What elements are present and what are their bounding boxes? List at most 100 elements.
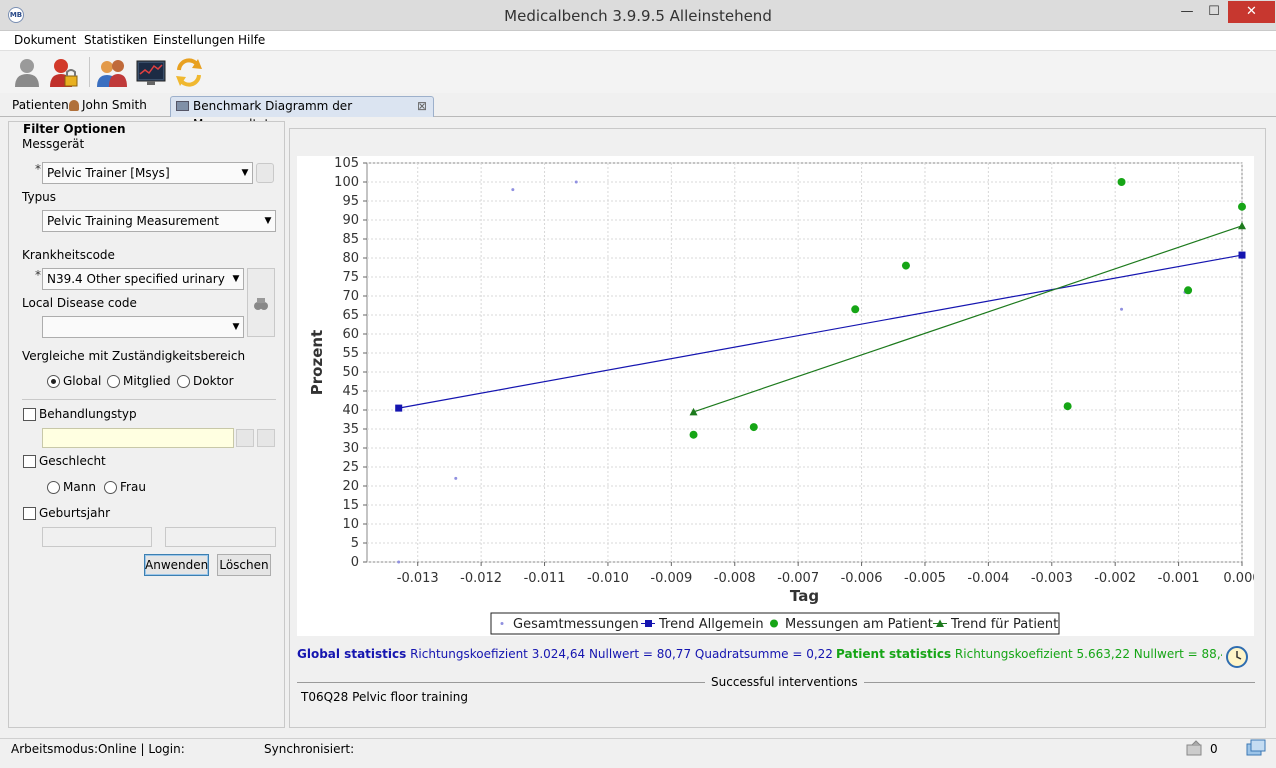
x-tick-label: -0.007 xyxy=(777,571,819,586)
y-tick-label: 10 xyxy=(342,517,359,532)
x-tick-label: -0.005 xyxy=(904,571,946,586)
disease-search-button[interactable] xyxy=(247,268,275,337)
x-tick-label: -0.002 xyxy=(1094,571,1136,586)
device-select[interactable]: Pelvic Trainer [Msys] ▼ xyxy=(42,162,253,184)
tab-patient[interactable]: John Smith xyxy=(66,96,151,117)
y-tick-label: 65 xyxy=(342,308,359,323)
x-tick-label: -0.008 xyxy=(714,571,756,586)
legend-marker xyxy=(500,622,504,625)
apply-button[interactable]: Anwenden xyxy=(144,554,209,576)
overall-point xyxy=(1120,307,1124,311)
birthyear-checkbox[interactable] xyxy=(23,507,36,520)
status-bar: Arbeitsmodus:Online | Login: Synchronisi… xyxy=(0,738,1276,768)
clock-icon[interactable] xyxy=(1225,645,1249,669)
window-title: Medicalbench 3.9.9.5 Alleinstehend xyxy=(504,7,772,25)
menu-dokument[interactable]: Dokument xyxy=(14,33,76,47)
y-tick-label: 85 xyxy=(342,232,359,247)
type-label: Typus xyxy=(22,190,57,204)
x-tick-label: -0.004 xyxy=(967,571,1009,586)
radio-frau-label: Frau xyxy=(120,480,146,494)
overall-point xyxy=(397,560,401,564)
patient-point xyxy=(1063,402,1072,411)
radio-mann[interactable] xyxy=(47,481,60,494)
minimize-button[interactable]: — xyxy=(1174,1,1200,23)
tab-bar: Patienten John Smith Benchmark Diagramm … xyxy=(0,93,1276,131)
required-marker: * xyxy=(35,162,41,176)
menu-statistiken[interactable]: Statistiken xyxy=(84,33,148,47)
chart-svg: 0 5 10 15 20 25 30 35 40 45 50 55 60 65 70 75 80 85 90 95 10… xyxy=(308,156,1254,635)
filter-title: Filter Optionen xyxy=(23,122,126,136)
patient-point xyxy=(1117,178,1126,186)
global-trend-marker xyxy=(395,404,403,412)
patient-point xyxy=(749,423,758,432)
disease-code-select[interactable]: N39.4 Other specified urinary inco▼ xyxy=(42,268,244,290)
user-icon[interactable] xyxy=(12,56,42,88)
treatment-edit-icon[interactable] xyxy=(236,429,254,447)
monitor-chart-icon[interactable] xyxy=(136,56,166,88)
x-tick-label: -0.003 xyxy=(1031,571,1073,586)
y-tick-label: 95 xyxy=(342,194,359,209)
close-window-button[interactable]: ✕ xyxy=(1228,1,1275,23)
x-tick-label: -0.010 xyxy=(587,571,629,586)
global-stats-heading: Global statistics xyxy=(297,647,407,661)
menu-einstellungen[interactable]: Einstellungen xyxy=(153,33,234,47)
plot-area xyxy=(366,162,1243,563)
treatment-checkbox[interactable] xyxy=(23,408,36,421)
y-tick-label: 80 xyxy=(342,251,359,266)
y-tick-label: 40 xyxy=(342,403,359,418)
x-axis-label: Tag xyxy=(790,587,819,605)
user-lock-icon[interactable] xyxy=(49,56,79,88)
work-mode-status: Arbeitsmodus:Online | Login: xyxy=(11,742,185,756)
y-tick-label: 35 xyxy=(342,422,359,437)
radio-global[interactable] xyxy=(47,375,60,388)
y-tick-label: 50 xyxy=(342,365,359,380)
radio-frau[interactable] xyxy=(104,481,117,494)
message-icon[interactable] xyxy=(1186,740,1204,756)
overall-point xyxy=(511,188,515,192)
title-bar: MB Medicalbench 3.9.9.5 Alleinstehend — … xyxy=(0,0,1276,31)
legend-messungen-patient: Messungen am Patient xyxy=(785,617,933,632)
treatment-clear-icon[interactable] xyxy=(257,429,275,447)
gender-label: Geschlecht xyxy=(39,454,106,468)
chart-tab-icon xyxy=(176,101,189,111)
radio-mann-label: Mann xyxy=(63,480,96,494)
tab-close-icon[interactable]: ⊠ xyxy=(417,97,427,115)
patient-stats-heading: Patient statistics xyxy=(836,647,952,661)
tab-benchmark[interactable]: Benchmark Diagramm der Messresultate ⊠ xyxy=(170,96,434,131)
device-label: Messgerät xyxy=(22,137,85,151)
divider xyxy=(22,399,276,400)
intervention-item: T06Q28 Pelvic floor training xyxy=(301,690,468,704)
radio-doktor-label: Doktor xyxy=(193,374,234,388)
x-tick-label: -0.011 xyxy=(524,571,566,586)
refresh-icon[interactable] xyxy=(174,56,204,88)
menu-hilfe[interactable]: Hilfe xyxy=(238,33,265,47)
maximize-button[interactable]: ☐ xyxy=(1201,1,1227,23)
gender-checkbox[interactable] xyxy=(23,455,36,468)
clear-button[interactable]: Löschen xyxy=(217,554,271,576)
radio-mitglied[interactable] xyxy=(107,375,120,388)
radio-doktor[interactable] xyxy=(177,375,190,388)
y-tick-label: 105 xyxy=(334,156,359,171)
birthyear-label: Geburtsjahr xyxy=(39,506,111,520)
overall-point xyxy=(454,476,458,480)
toolbar-separator xyxy=(89,57,90,87)
birthyear-from-input[interactable] xyxy=(42,527,152,547)
y-tick-label: 5 xyxy=(351,536,359,551)
y-tick-label: 20 xyxy=(342,479,359,494)
radio-mitglied-label: Mitglied xyxy=(123,374,171,388)
overall-point xyxy=(574,180,578,184)
device-settings-icon[interactable] xyxy=(256,163,274,183)
windows-icon[interactable] xyxy=(1245,739,1267,757)
users-group-icon[interactable] xyxy=(97,56,127,88)
patient-point xyxy=(689,430,698,439)
patient-point xyxy=(1238,202,1246,211)
y-tick-label: 100 xyxy=(334,175,359,190)
tab-patienten[interactable]: Patienten xyxy=(8,96,73,117)
birthyear-to-input[interactable] xyxy=(165,527,276,547)
treatment-input[interactable] xyxy=(42,428,234,448)
patient-statistics: Patient statistics Richtungskoefizient 5… xyxy=(836,647,1222,661)
patient-point xyxy=(1184,286,1193,295)
type-select[interactable]: Pelvic Training Measurement ▼ xyxy=(42,210,276,232)
local-disease-select[interactable]: ▼ xyxy=(42,316,244,338)
sync-status: Synchronisiert: xyxy=(264,742,355,756)
